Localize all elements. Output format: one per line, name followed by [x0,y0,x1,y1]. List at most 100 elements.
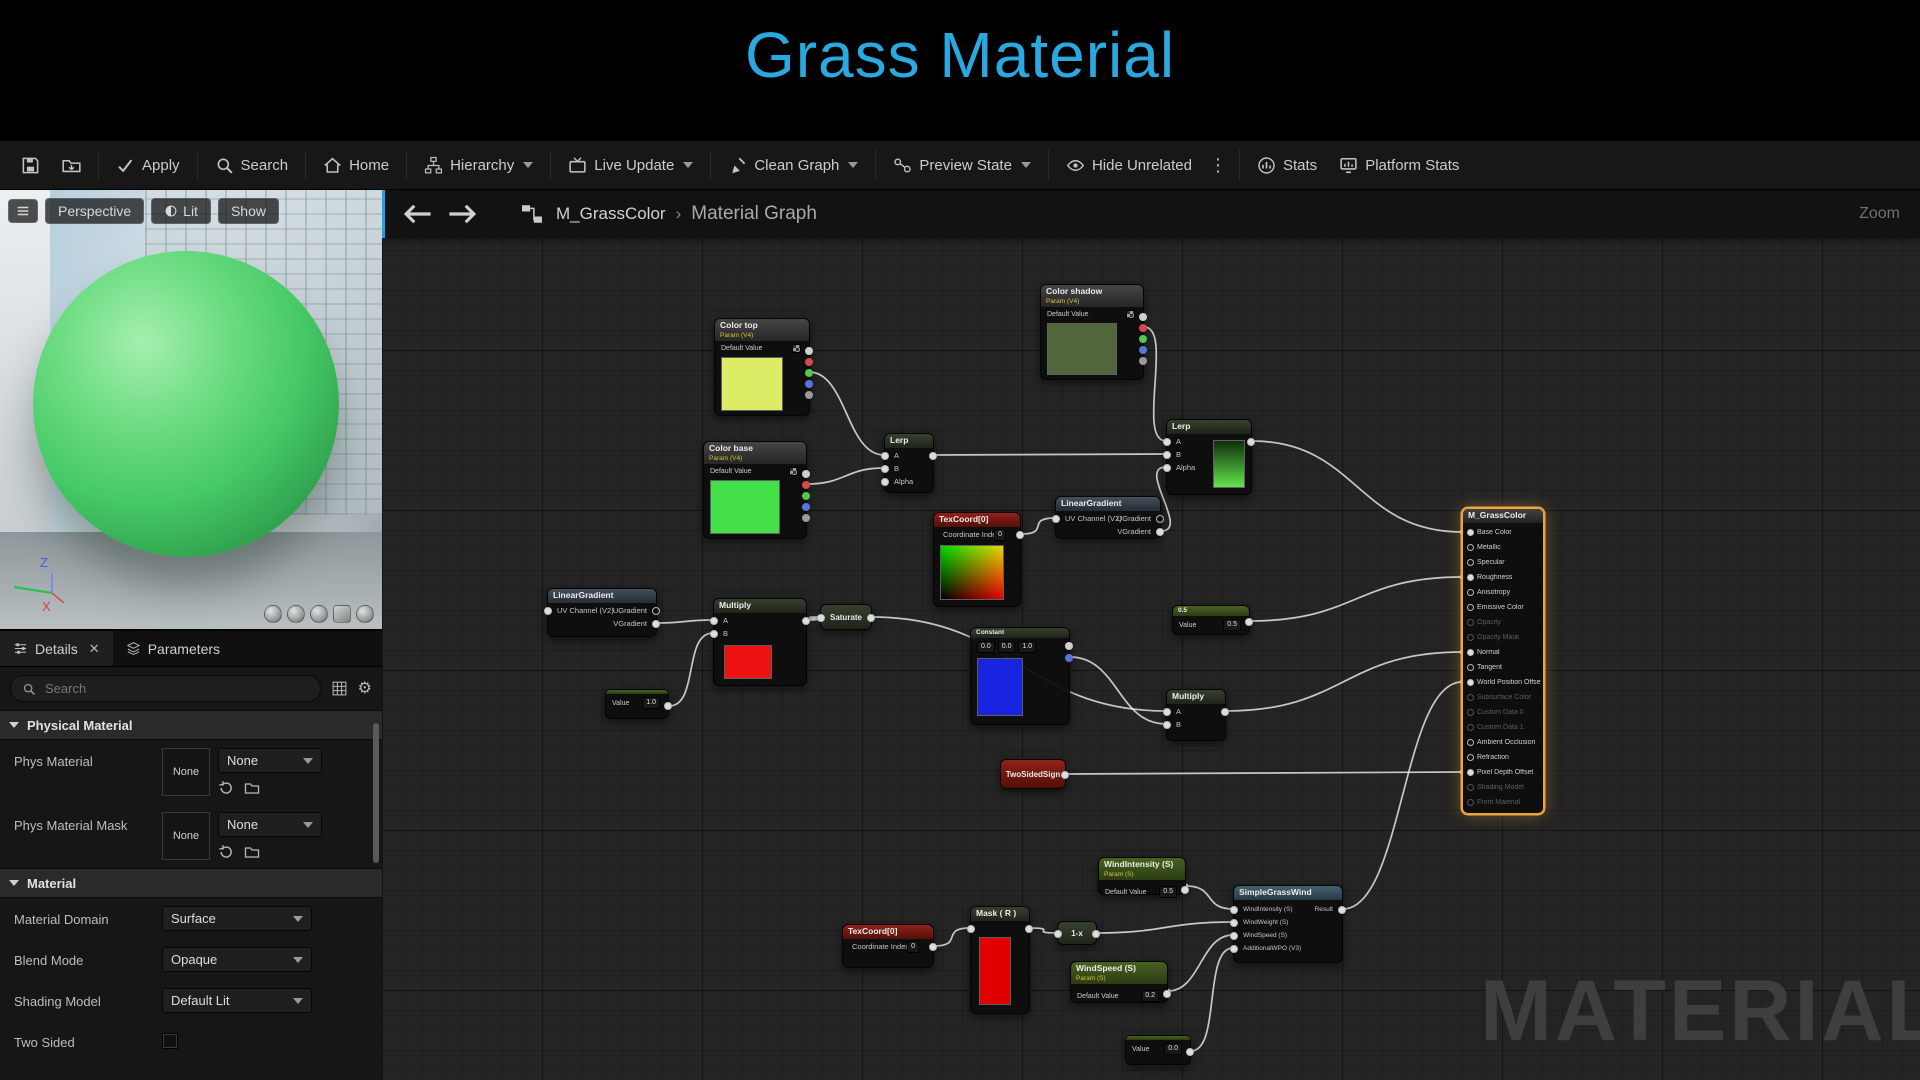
input-pin-a[interactable] [881,452,889,460]
preview-shape-teapot-button[interactable] [356,605,374,623]
input-pin-uv-channel[interactable] [544,607,552,615]
output-pin-0[interactable] [802,470,810,478]
phys-material-mask-thumbnail[interactable]: None [162,812,210,860]
output-pin[interactable] [867,614,875,622]
blend-mode-combo[interactable]: Opaque [162,947,312,972]
forward-arrow-icon[interactable] [448,204,478,224]
output-pin-ugradient[interactable] [1156,515,1164,523]
grid-view-icon[interactable] [331,680,348,697]
output-pin-2[interactable] [805,369,813,377]
node-wind-speed[interactable]: WindSpeed (S)Param (S)Default Value0.2 [1070,961,1168,1003]
toolbar-stats[interactable]: Stats [1246,150,1328,181]
input-pin-b[interactable] [881,465,889,473]
gradient-swatch[interactable] [1213,440,1245,488]
output-pin[interactable] [1247,438,1255,446]
input-pin-ambient-occlusion[interactable] [1467,739,1474,746]
node-saturate[interactable]: Saturate [820,604,872,630]
value-box[interactable]: 0.5 [1223,619,1241,631]
node-mask-r[interactable]: Mask ( R ) [970,906,1030,1014]
output-pin-1[interactable] [1065,654,1073,662]
toolbar-browse[interactable] [51,150,92,181]
input-pin-front-material[interactable] [1467,799,1474,806]
preview-viewport[interactable]: Perspective Lit Show Z X [0,190,382,631]
value-box[interactable]: 1.0 [1018,641,1036,653]
value-box[interactable]: 1.0 [642,697,660,709]
input-pin-alpha[interactable] [1163,464,1171,472]
input-pin-windweight-s[interactable] [1230,919,1238,927]
output-pin[interactable] [1092,930,1100,938]
preview-shape-cube-button[interactable] [333,605,351,623]
two-sided-checkbox[interactable] [162,1033,178,1049]
input-pin-opacity[interactable] [1467,619,1474,626]
output-pin[interactable] [1016,531,1024,539]
input-pin-a[interactable] [710,617,718,625]
section-material[interactable]: Material [0,868,382,898]
color-swatch[interactable] [724,645,772,679]
output-pin-vgradient[interactable] [1156,528,1164,536]
node-main[interactable]: M_GrassColorBase ColorMetallicSpecularRo… [1462,508,1544,814]
input-pin-subsurface-color[interactable] [1467,694,1474,701]
breadcrumb-asset[interactable]: M_GrassColor [556,204,666,224]
material-domain-combo[interactable]: Surface [162,906,312,931]
value-box[interactable]: 0 [994,529,1006,541]
output-pin[interactable] [1181,886,1189,894]
input-pin-shading-model[interactable] [1467,784,1474,791]
output-pin-result[interactable] [1338,906,1346,914]
input-pin-tangent[interactable] [1467,664,1474,671]
output-pin-vgradient[interactable] [652,620,660,628]
input-pin-opacity-mask[interactable] [1467,634,1474,641]
output-pin-0[interactable] [1065,642,1073,650]
output-pin-3[interactable] [1139,346,1147,354]
input-pin-a[interactable] [1163,438,1171,446]
value-box[interactable]: 0.0 [977,641,995,653]
preview-shape-cylinder-button[interactable] [264,605,282,623]
close-icon[interactable]: ✕ [89,641,100,657]
show-button[interactable]: Show [218,198,279,224]
input-pin-base-color[interactable] [1467,529,1474,536]
node-multiply-1[interactable]: MultiplyAB [713,598,807,686]
input-pin[interactable] [817,614,825,622]
node-constant-0[interactable]: Value0.0 [1125,1035,1191,1065]
input-pin-emissive-color[interactable] [1467,604,1474,611]
toolbar-apply[interactable]: Apply [105,150,191,181]
value-box[interactable]: 0 [907,941,919,953]
node-color-shadow[interactable]: Color shadowParam (V4)Default Value [1040,284,1144,380]
toolbar-preview-state[interactable]: Preview State [882,150,1042,181]
node-color-top[interactable]: Color topParam (V4)Default Value [714,318,810,416]
input-pin-anisotropy[interactable] [1467,589,1474,596]
color-swatch[interactable] [979,937,1011,1005]
search-input[interactable] [43,680,309,697]
material-graph-canvas[interactable]: MATERIAL Color topParam (V4)Default Valu… [382,190,1920,1080]
input-pin-normal[interactable] [1467,649,1474,656]
input-pin-roughness[interactable] [1467,574,1474,581]
input-pin-metallic[interactable] [1467,544,1474,551]
node-two-sided-sign[interactable]: TwoSidedSign [1000,759,1066,789]
toolbar-clean-graph[interactable]: Clean Graph [717,150,869,181]
output-pin-1[interactable] [805,358,813,366]
input-pin-uv-channel[interactable] [1052,515,1060,523]
section-physical-material[interactable]: Physical Material [0,710,382,740]
toolbar-more-options[interactable]: ⋮ [1203,155,1233,176]
node-one-minus[interactable]: 1-x [1057,921,1097,945]
output-pin[interactable] [802,617,810,625]
node-simple-grass-wind[interactable]: SimpleGrassWindWindIntensity (S)WindWeig… [1233,885,1343,963]
output-pin[interactable] [1163,990,1171,998]
toolbar-hide-unrelated[interactable]: Hide Unrelated [1055,150,1203,181]
node-linear-gradient-1[interactable]: LinearGradientUV Channel (V2)UGradientVG… [547,588,657,637]
output-pin-2[interactable] [1139,335,1147,343]
input-pin-world-position-offset[interactable] [1467,679,1474,686]
material-preview-sphere[interactable] [33,251,339,557]
node-wind-intensity[interactable]: WindIntensity (S)Param (S)Default Value0… [1098,857,1186,895]
phys-material-combo[interactable]: None [218,748,322,773]
input-pin-pixel-depth-offset[interactable] [1467,769,1474,776]
shading-model-combo[interactable]: Default Lit [162,988,312,1013]
output-pin[interactable] [664,702,672,710]
tab-parameters[interactable]: Parameters [113,631,233,666]
input-pin-windspeed-s[interactable] [1230,932,1238,940]
input-pin-custom-data-0[interactable] [1467,709,1474,716]
value-box[interactable]: 0.0 [998,641,1016,653]
input-pin-custom-data-1[interactable] [1467,724,1474,731]
lit-button[interactable]: Lit [151,198,211,224]
output-pin[interactable] [1221,708,1229,716]
browse-asset-icon[interactable] [244,780,260,796]
